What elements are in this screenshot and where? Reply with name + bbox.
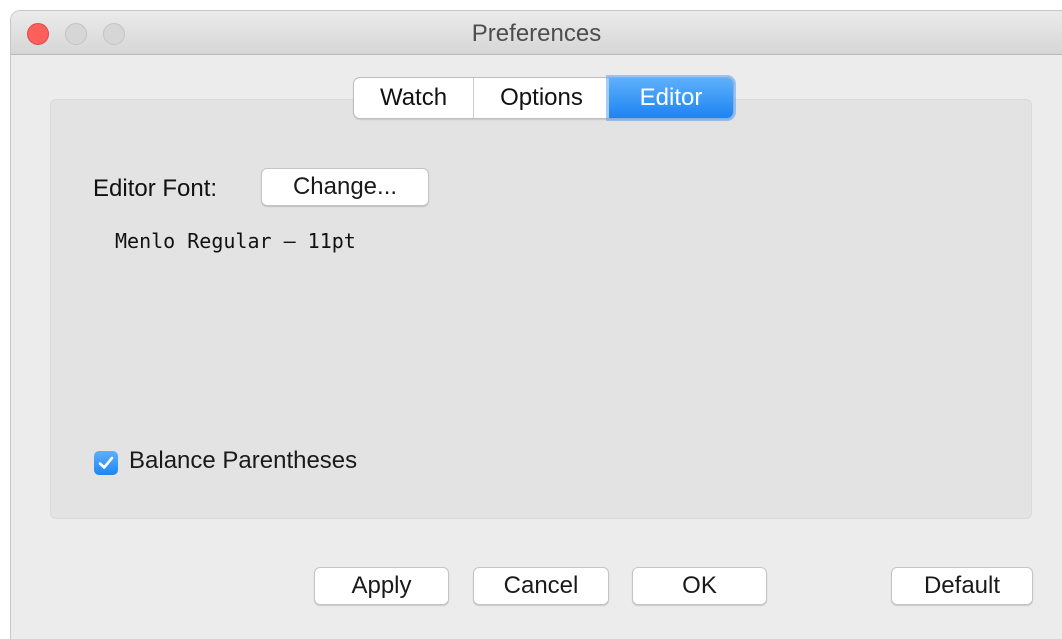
- balance-parentheses-checkbox[interactable]: [94, 451, 118, 475]
- preferences-tabs: Watch Options Editor: [353, 77, 734, 119]
- window-title: Preferences: [471, 20, 602, 47]
- cancel-button[interactable]: Cancel: [473, 567, 609, 605]
- apply-button[interactable]: Apply: [314, 567, 449, 605]
- tab-watch[interactable]: Watch: [354, 78, 474, 118]
- default-button[interactable]: Default: [891, 567, 1033, 605]
- balance-parentheses-label[interactable]: Balance Parentheses: [129, 447, 357, 475]
- tab-options[interactable]: Options: [474, 78, 609, 118]
- title-bar: Preferences: [11, 11, 1062, 55]
- change-font-button[interactable]: Change...: [261, 168, 429, 206]
- editor-font-value: Menlo Regular – 11pt: [115, 229, 356, 253]
- editor-font-label: Editor Font:: [93, 175, 218, 202]
- tab-editor[interactable]: Editor: [609, 78, 733, 118]
- ok-button[interactable]: OK: [632, 567, 767, 605]
- checkmark-icon: [98, 456, 114, 469]
- preferences-window: Preferences Watch Options Editor Editor …: [10, 10, 1062, 639]
